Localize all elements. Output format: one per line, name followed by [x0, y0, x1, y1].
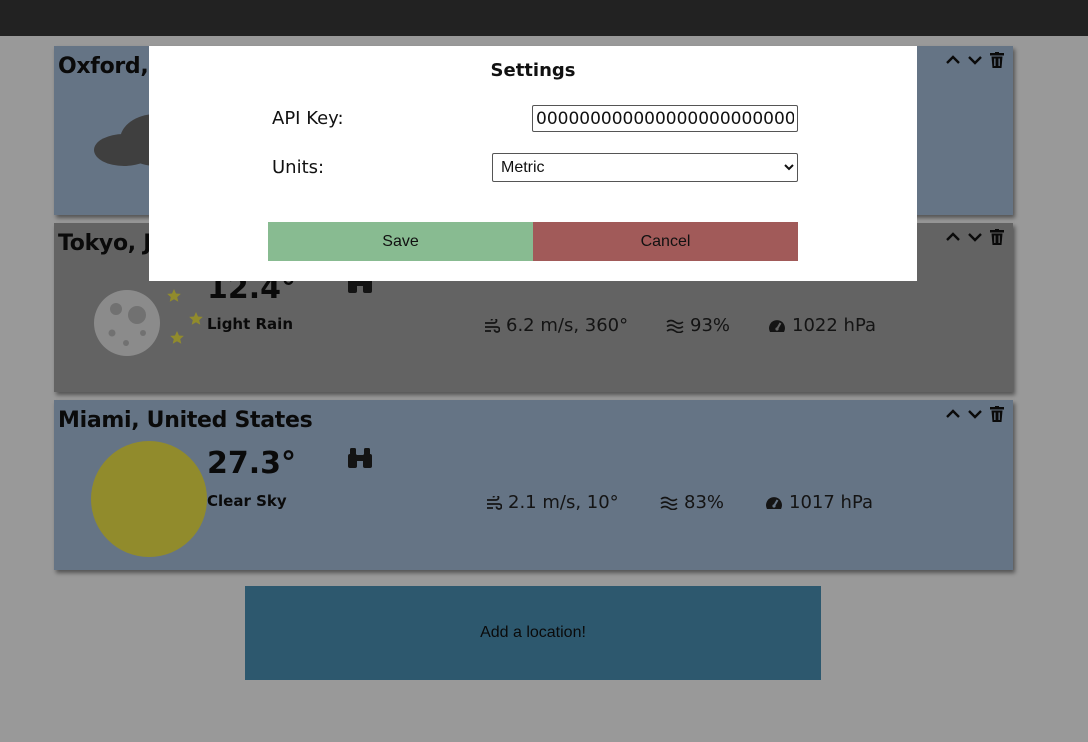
cancel-button[interactable]: Cancel	[533, 222, 798, 261]
settings-title: Settings	[490, 60, 576, 81]
units-select[interactable]: Metric	[492, 153, 798, 182]
units-label: Units:	[272, 157, 325, 178]
save-button[interactable]: Save	[268, 222, 533, 261]
api-key-label: API Key:	[272, 108, 344, 129]
api-key-input[interactable]	[532, 105, 798, 132]
settings-dialog: Settings API Key: Units: Metric Save Can…	[149, 46, 917, 281]
